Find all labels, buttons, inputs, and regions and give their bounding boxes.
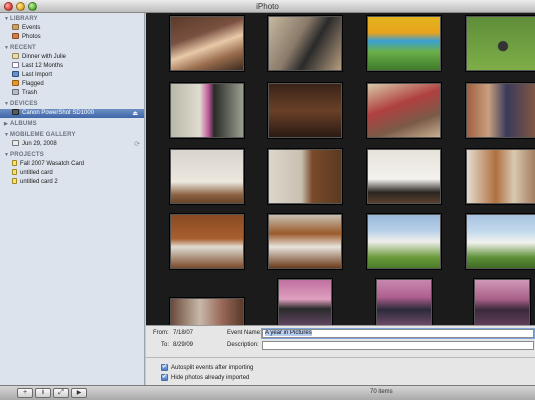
eject-icon[interactable]: ⏏ [132, 110, 138, 119]
albums-header[interactable]: ▶ ALBUMS [0, 120, 144, 129]
photo-thumbnail[interactable] [466, 149, 535, 204]
photo-grid[interactable] [146, 13, 535, 325]
sidebar-item-camera[interactable]: Canon PowerShot SD1000 ⏏ [0, 109, 144, 118]
title-bar: iPhoto [0, 0, 535, 13]
window-title: iPhoto [256, 2, 279, 11]
description-label: Description: [227, 342, 259, 348]
devices-header[interactable]: ▼DEVICES [0, 100, 144, 109]
sidebar-item-fall-2007-card[interactable]: Fall 2007 Wasatch Card [0, 160, 144, 169]
sidebar-item-gallery[interactable]: Jun 29, 2008 ⟳ [0, 140, 144, 149]
photo-thumbnail[interactable] [268, 16, 342, 71]
card-icon [12, 178, 17, 184]
bottom-toolbar: + i ⤢ ▶ 70 items [0, 385, 535, 400]
to-label: To: [161, 342, 170, 348]
photo-thumbnail[interactable] [376, 279, 432, 325]
item-count: 70 items [370, 389, 393, 395]
autosplit-label: Autosplit events after importing [171, 365, 254, 371]
play-button[interactable]: ▶ [71, 388, 87, 398]
photo-thumbnail[interactable] [268, 83, 342, 138]
sync-icon[interactable]: ⟳ [134, 140, 140, 149]
photo-thumbnail[interactable] [268, 214, 342, 269]
to-date: 8/29/09 [173, 342, 194, 348]
autosplit-checkbox[interactable]: ✓ [161, 364, 168, 371]
add-button[interactable]: + [17, 388, 33, 398]
photo-thumbnail[interactable] [170, 16, 244, 71]
from-date: 7/18/07 [173, 330, 194, 336]
photo-thumbnail[interactable] [170, 149, 244, 204]
sidebar-item-last-import[interactable]: Last Import [0, 71, 144, 80]
sidebar-item-events[interactable]: Events [0, 24, 144, 33]
photo-thumbnail[interactable] [367, 16, 441, 71]
photo-thumbnail[interactable] [466, 16, 535, 71]
from-label: From: [153, 330, 169, 336]
sidebar-item-trash[interactable]: Trash [0, 89, 144, 98]
info-button[interactable]: i [35, 388, 51, 398]
photo-thumbnail[interactable] [474, 279, 530, 325]
photo-thumbnail[interactable] [466, 214, 535, 269]
sidebar-item-photos[interactable]: Photos [0, 33, 144, 42]
recent-header[interactable]: ▼RECENT [0, 44, 144, 53]
card-icon [12, 169, 17, 175]
card-icon [12, 160, 17, 166]
event-name-label: Event Name: [227, 330, 262, 336]
photo-thumbnail[interactable] [268, 149, 342, 204]
flag-icon [12, 80, 19, 86]
camera-icon [12, 109, 19, 115]
photo-thumbnail[interactable] [367, 149, 441, 204]
photos-icon [12, 33, 19, 39]
import-icon [12, 71, 19, 77]
album-icon [12, 53, 19, 59]
photo-thumbnail[interactable] [170, 214, 244, 269]
trash-icon [12, 89, 19, 95]
panel-divider [146, 357, 535, 358]
source-list: ▼LIBRARY Events Photos ▼RECENT Dinner wi… [0, 13, 145, 385]
photo-thumbnail[interactable] [170, 83, 244, 138]
events-icon [12, 24, 19, 30]
import-panel: From: 7/18/07 To: 8/29/09 Event Name: A … [146, 325, 535, 385]
photo-thumbnail[interactable] [367, 83, 441, 138]
sidebar-item-dinner-with-julie[interactable]: Dinner with Julie [0, 53, 144, 62]
hide-imported-checkbox[interactable]: ✓ [161, 374, 168, 381]
photo-thumbnail[interactable] [466, 83, 535, 138]
sidebar-item-last-12-months[interactable]: Last 12 Months [0, 62, 144, 71]
library-header[interactable]: ▼LIBRARY [0, 15, 144, 24]
photo-thumbnail[interactable] [278, 279, 332, 325]
calendar-icon [12, 62, 19, 68]
photo-thumbnail[interactable] [367, 214, 441, 269]
sidebar-item-untitled-card[interactable]: untitled card [0, 169, 144, 178]
gallery-icon [12, 140, 19, 146]
event-name-field[interactable]: A year in Pictures [262, 329, 534, 338]
slideshow-button[interactable]: ⤢ [53, 388, 69, 398]
description-field[interactable] [262, 341, 534, 350]
hide-imported-label: Hide photos already imported [171, 375, 250, 381]
sidebar-item-flagged[interactable]: Flagged [0, 80, 144, 89]
sidebar-item-untitled-card-2[interactable]: untitled card 2 [0, 178, 144, 187]
projects-header[interactable]: ▼PROJECTS [0, 151, 144, 160]
photo-thumbnail[interactable] [170, 298, 244, 325]
mobileme-header[interactable]: ▼MOBILEME GALLERY [0, 131, 144, 140]
